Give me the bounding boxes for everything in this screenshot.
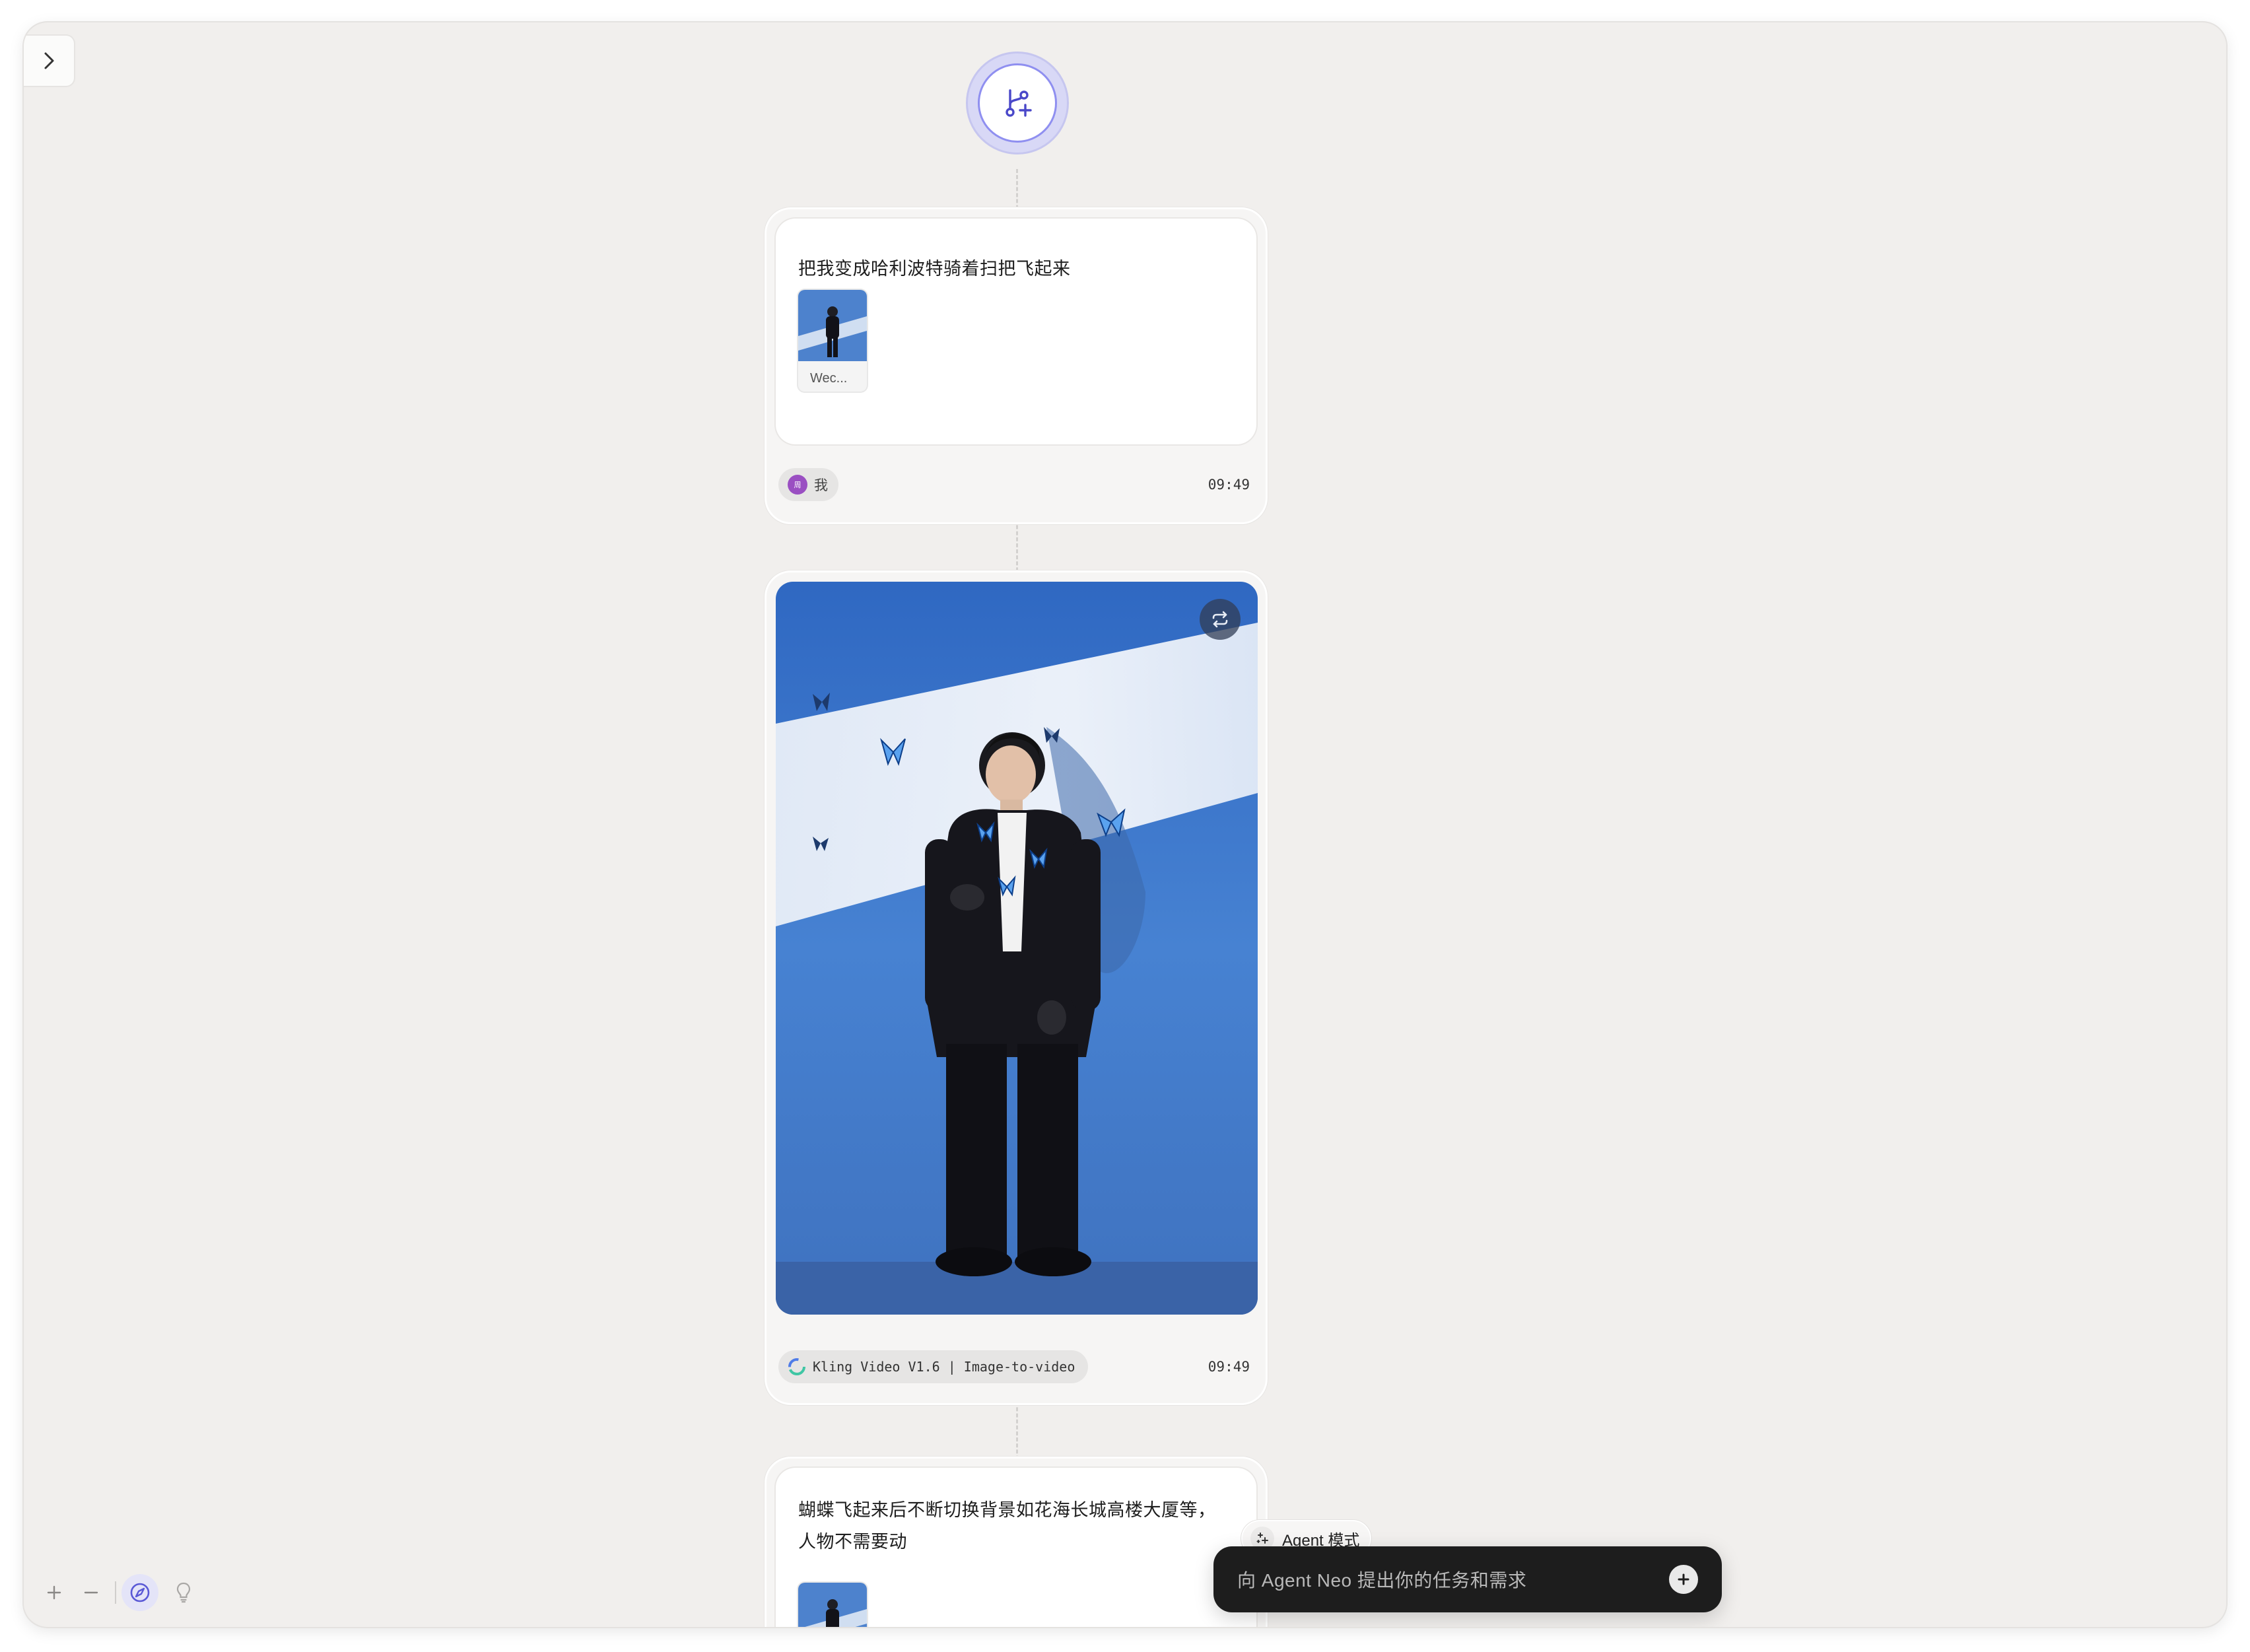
prompt-node[interactable]: 把我变成哈利波特骑着扫把飞起来 Wec... 周 我 09:49 [765, 207, 1268, 524]
toolbar-divider [115, 1581, 116, 1604]
model-chip[interactable]: Kling Video V1.6 | Image-to-video [778, 1350, 1089, 1383]
minus-icon [84, 1591, 98, 1594]
model-label: Kling Video V1.6 | Image-to-video [813, 1359, 1075, 1375]
plus-icon [47, 1585, 61, 1600]
prompt-line: 蝴蝶飞起来后不断切换背景如花海长城高楼大厦等， [798, 1500, 1216, 1520]
image-attachment[interactable]: Wec... [798, 290, 867, 392]
regenerate-button[interactable] [1200, 599, 1241, 640]
timestamp: 09:49 [1208, 1359, 1250, 1375]
kling-logo-icon [788, 1358, 805, 1375]
attachment-filename: Wec... [810, 371, 848, 386]
boy-butterflies-photo [776, 582, 1258, 1315]
repeat-icon [1212, 611, 1228, 628]
sidebar-toggle-button[interactable] [24, 34, 75, 87]
generation-node[interactable]: Kling Video V1.6 | Image-to-video 09:49 [765, 570, 1268, 1405]
tips-button[interactable] [165, 1574, 202, 1611]
canvas-window: 把我变成哈利波特骑着扫把飞起来 Wec... 周 我 09:49 Kling V… [24, 22, 2226, 1627]
chevron-right-icon [44, 52, 54, 69]
compass-icon [130, 1583, 150, 1602]
prompt-text: 蝴蝶飞起来后不断切换背景如花海长城高楼大厦等， 人物不需要动 [798, 1494, 1216, 1558]
prompt-card: 把我变成哈利波特骑着扫把飞起来 Wec... [776, 219, 1256, 444]
timestamp: 09:49 [1208, 477, 1250, 493]
start-node-inner [978, 63, 1057, 143]
user-label: 我 [814, 478, 828, 493]
plus-icon [1678, 1573, 1689, 1585]
image-attachment[interactable] [798, 1583, 867, 1627]
prompt-card: 蝴蝶飞起来后不断切换背景如花海长城高楼大厦等， 人物不需要动 [776, 1468, 1256, 1627]
prompt-text: 把我变成哈利波特骑着扫把飞起来 [798, 259, 1071, 279]
attachment-thumbnail [798, 1583, 867, 1627]
node-footer: Kling Video V1.6 | Image-to-video 09:49 [778, 1350, 1254, 1383]
start-node[interactable] [966, 52, 1069, 155]
branch-plus-icon [1006, 89, 1032, 117]
generated-image[interactable] [776, 582, 1258, 1315]
user-chip[interactable]: 周 我 [778, 468, 838, 501]
zoom-in-button[interactable] [36, 1574, 73, 1611]
agent-input-placeholder: 向 Agent Neo 提出你的任务和需求 [1237, 1570, 1527, 1591]
agent-prompt-input[interactable]: 向 Agent Neo 提出你的任务和需求 [1213, 1546, 1722, 1612]
lightbulb-icon [176, 1582, 191, 1603]
prompt-node[interactable]: 蝴蝶飞起来后不断切换背景如花海长城高楼大厦等， 人物不需要动 [765, 1457, 1268, 1627]
avatar: 周 [788, 475, 807, 495]
navigate-button[interactable] [121, 1574, 158, 1611]
prompt-line: 人物不需要动 [798, 1532, 907, 1552]
canvas-toolbar [36, 1566, 202, 1619]
add-button[interactable] [1669, 1565, 1698, 1594]
zoom-out-button[interactable] [73, 1574, 110, 1611]
node-footer: 周 我 09:49 [778, 468, 1254, 501]
attachment-thumbnail [798, 290, 867, 361]
